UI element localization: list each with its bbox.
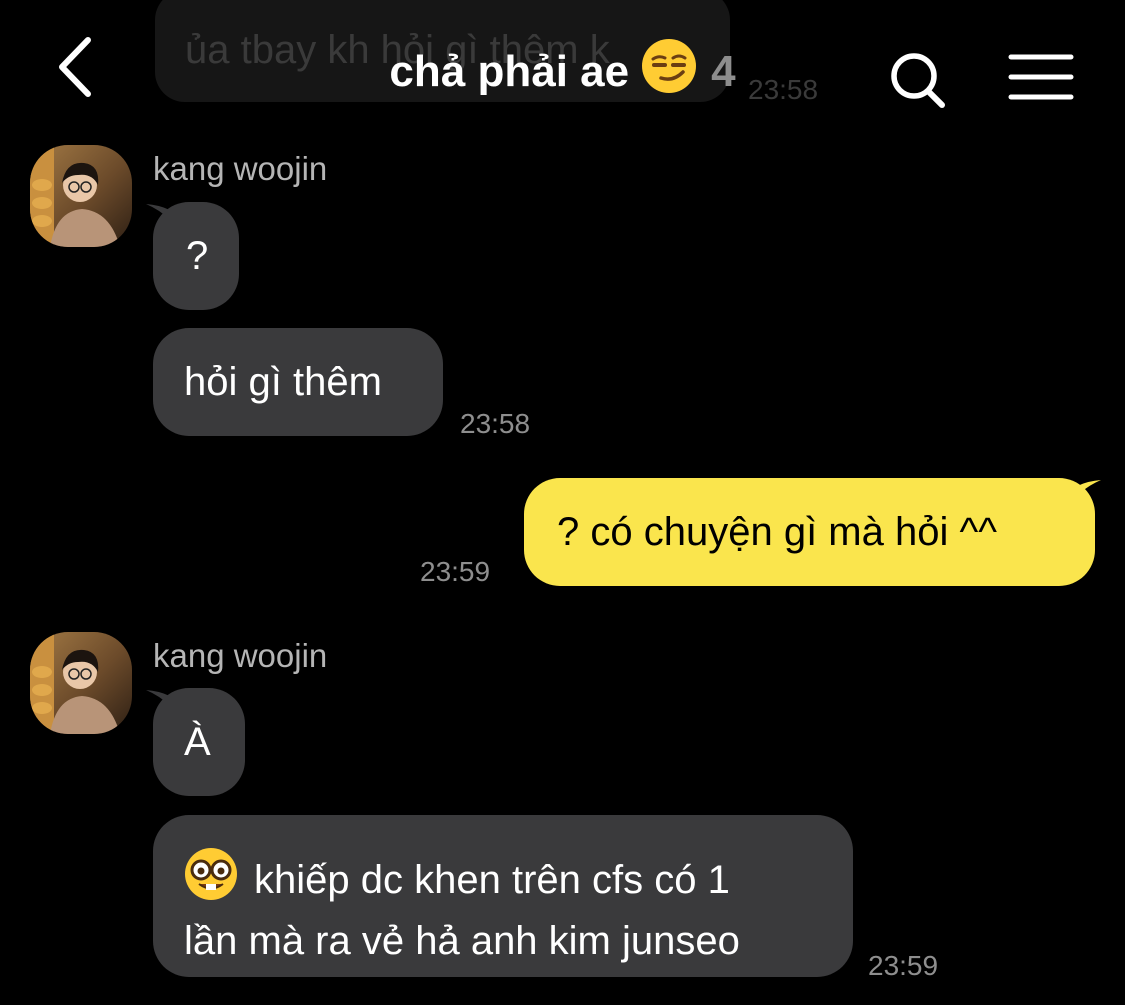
menu-button[interactable] (1005, 52, 1077, 104)
message-bubble[interactable]: hỏi gì thêm (153, 328, 443, 436)
sender-name: kang woojin (153, 150, 328, 187)
message-text: khiếp dc khen trên cfs có 1 (254, 858, 730, 902)
message-line: khiếp dc khen trên cfs có 1 (184, 847, 853, 915)
chat-title-bar[interactable]: chả phải ae 4 (0, 38, 1125, 105)
message-bubble[interactable]: khiếp dc khen trên cfs có 1 lần mà ra vẻ… (153, 815, 853, 977)
avatar[interactable] (30, 632, 132, 734)
message-text: À (184, 720, 211, 764)
message-text: ? (186, 234, 209, 278)
message-text: ? có chuyện gì mà hỏi ^^ (557, 510, 997, 554)
search-button[interactable] (882, 46, 952, 116)
message-text: lần mà ra vẻ hả anh kim junseo (184, 919, 740, 963)
message-time: 23:58 (460, 408, 531, 439)
message-text: hỏi gì thêm (184, 360, 382, 404)
nerd-face-emoji-icon (184, 847, 238, 915)
search-icon (891, 53, 945, 108)
sender-name: kang woojin (153, 637, 328, 674)
message-time: 23:59 (420, 556, 491, 587)
message-bubble[interactable]: ? (153, 202, 239, 310)
profile-photo-icon (30, 145, 120, 247)
chat-title: chả phải ae (389, 47, 630, 96)
smirking-face-emoji-icon (641, 38, 697, 105)
my-message-bubble[interactable]: ? có chuyện gì mà hỏi ^^ (524, 478, 1095, 586)
profile-photo-icon (30, 632, 120, 734)
message-bubble[interactable]: À (153, 688, 245, 796)
bubble-tail (1063, 480, 1101, 518)
message-time: 23:59 (868, 950, 939, 981)
avatar[interactable] (30, 145, 132, 247)
menu-icon (1008, 54, 1074, 100)
member-count: 4 (711, 47, 736, 96)
